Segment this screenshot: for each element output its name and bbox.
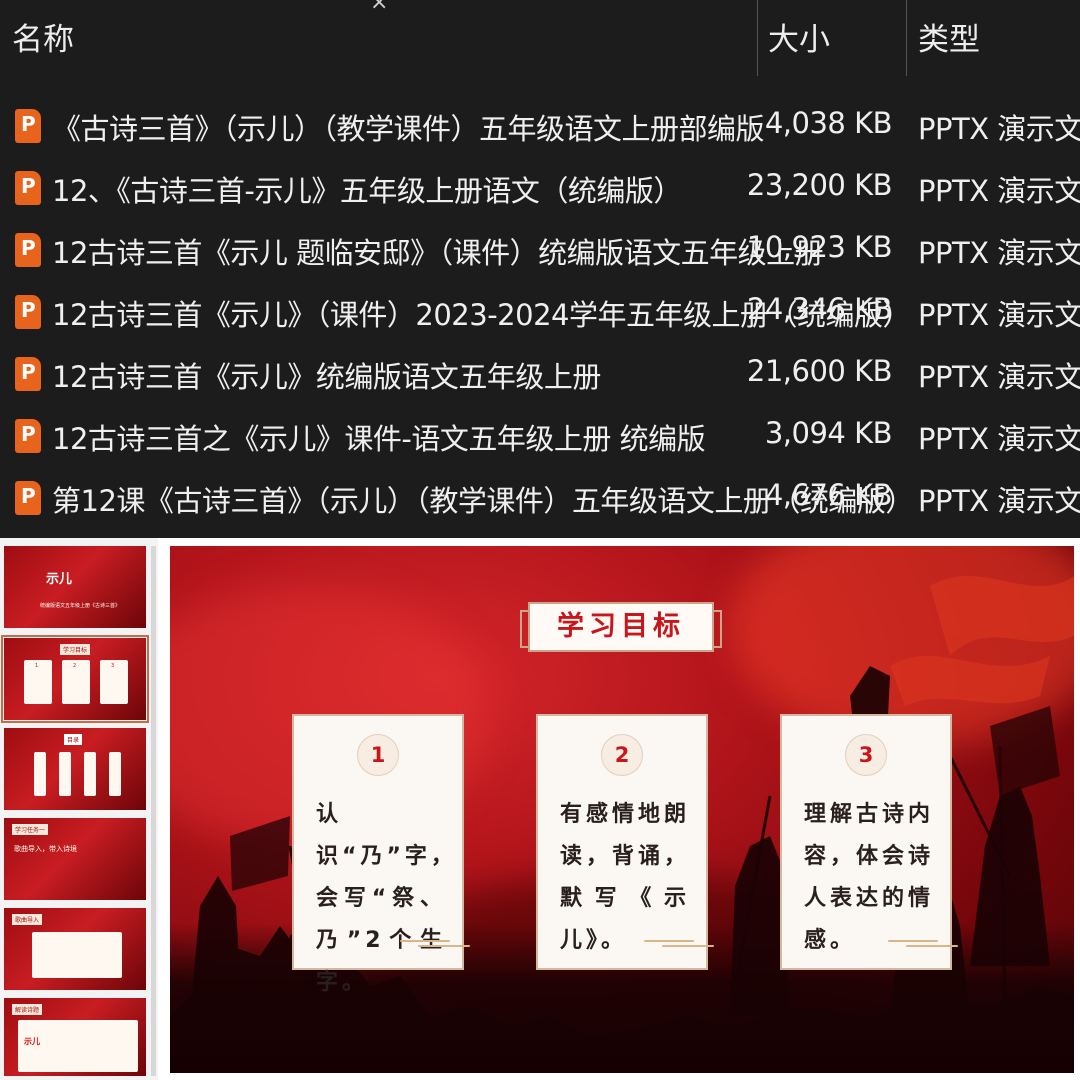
column-header-size[interactable]: 大小	[768, 14, 830, 59]
thumb-card: 3	[100, 660, 128, 704]
file-name: 12古诗三首《示儿 题临安邸》（课件）统编版语文五年级上册	[52, 236, 824, 270]
slide-canvas[interactable]: 学习目标 1 认识“乃”字，会写“祭、乃”2个生字。 2 有感情地朗读，背诵，默…	[170, 546, 1074, 1073]
thumb-tag: 学习任务一	[12, 824, 49, 835]
slide-title[interactable]: 学习目标	[520, 602, 722, 652]
thumb-card: 示儿	[18, 1020, 138, 1072]
file-name: 12、《古诗三首-示儿》五年级上册语文（统编版）	[52, 174, 682, 208]
file-name: 12古诗三首之《示儿》课件-语文五年级上册 统编版	[52, 422, 706, 456]
column-header-type[interactable]: 类型	[918, 14, 980, 59]
column-divider[interactable]	[757, 0, 758, 76]
goal-number: 2	[601, 734, 643, 776]
thumb-menu-item	[84, 752, 96, 796]
column-header-name[interactable]: 名称	[12, 14, 74, 59]
file-type: PPTX 演示文稿	[918, 484, 1080, 518]
cloud-decoration-icon	[644, 938, 714, 948]
thumb-menu-item	[34, 752, 46, 796]
file-name: 12古诗三首《示儿》统编版语文五年级上册	[52, 360, 601, 394]
pptx-file-icon	[15, 233, 41, 267]
slide-thumbnail-1[interactable]: 示儿 统编版语文五年级上册《古诗三首》	[4, 546, 146, 628]
goal-card-2[interactable]: 2 有感情地朗读，背诵，默写《示儿》。	[536, 714, 714, 970]
thumb-title: 示儿	[46, 572, 73, 587]
pptx-file-icon	[15, 109, 41, 143]
thumb-subtitle: 统编版语文五年级上册《古诗三首》	[40, 603, 121, 609]
file-size: 3,094 KB	[764, 416, 893, 450]
thumb-menu-item	[109, 752, 121, 796]
slide-thumbnail-6[interactable]: 解读诗题 示儿	[4, 998, 146, 1076]
thumb-tag: 目录	[64, 734, 83, 745]
file-size: 4,038 KB	[764, 106, 893, 140]
goal-card-1[interactable]: 1 认识“乃”字，会写“祭、乃”2个生字。	[292, 714, 470, 995]
pptx-file-icon	[15, 295, 41, 329]
file-row[interactable]: 《古诗三首》（示儿）（教学课件）五年级语文上册部编版 4,038 KB PPTX…	[0, 96, 1080, 158]
thumb-title: 示儿	[24, 1037, 40, 1046]
thumb-card-number: 3	[111, 663, 115, 669]
goal-text: 认识“乃”字，会写“祭、乃”2个生字。	[316, 802, 457, 995]
thumb-tag: 歌曲导入	[12, 914, 43, 925]
file-row[interactable]: 12古诗三首《示儿》（课件）2023-2024学年五年级上册（统编版） 24,3…	[0, 282, 1080, 344]
thumb-card	[32, 932, 122, 978]
column-divider[interactable]	[906, 0, 907, 76]
slide-thumbnail-4[interactable]: 学习任务一 歌曲导入，带入诗境	[4, 818, 146, 900]
file-type: PPTX 演示文稿	[918, 112, 1080, 146]
pptx-file-icon	[15, 419, 41, 453]
file-type: PPTX 演示文稿	[918, 236, 1080, 270]
close-icon[interactable]: ×	[370, 0, 388, 15]
thumb-tag: 解读诗题	[12, 1004, 43, 1015]
file-size: 24,346 KB	[746, 292, 893, 326]
slide-thumbnail-panel: 示儿 统编版语文五年级上册《古诗三首》 学习目标 1 2 3 目录 学习任务一 …	[0, 538, 158, 1080]
thumb-tag: 学习目标	[60, 644, 91, 655]
file-list-panel: × 名称 大小 类型 《古诗三首》（示儿）（教学课件）五年级语文上册部编版 4,…	[0, 0, 1080, 538]
file-row[interactable]: 12、《古诗三首-示儿》五年级上册语文（统编版） 23,200 KB PPTX …	[0, 158, 1080, 220]
cloud-decoration-icon	[888, 938, 958, 948]
file-type: PPTX 演示文稿	[918, 422, 1080, 456]
pptx-file-icon	[15, 481, 41, 515]
file-type: PPTX 演示文稿	[918, 174, 1080, 208]
goal-card-3[interactable]: 3 理解古诗内容，体会诗人表达的情感。	[780, 714, 958, 970]
goal-text: 有感情地朗读，背诵，默写《示儿》。	[560, 802, 691, 953]
file-size: 23,200 KB	[746, 168, 893, 202]
thumb-menu-item	[59, 752, 71, 796]
file-row[interactable]: 12古诗三首之《示儿》课件-语文五年级上册 统编版 3,094 KB PPTX …	[0, 406, 1080, 468]
thumb-text: 歌曲导入，带入诗境	[14, 845, 77, 853]
slide-thumbnail-5[interactable]: 歌曲导入	[4, 908, 146, 990]
file-size: 21,600 KB	[746, 354, 893, 388]
file-type: PPTX 演示文稿	[918, 298, 1080, 332]
file-size: 4,676 KB	[764, 478, 893, 512]
thumb-card: 2	[62, 660, 90, 704]
presentation-editor: 示儿 统编版语文五年级上册《古诗三首》 学习目标 1 2 3 目录 学习任务一 …	[0, 538, 1080, 1080]
file-name: 《古诗三首》（示儿）（教学课件）五年级语文上册部编版	[52, 112, 765, 146]
goal-number: 1	[357, 734, 399, 776]
pptx-file-icon	[15, 171, 41, 205]
cloud-decoration-icon	[400, 938, 470, 948]
file-row[interactable]: 12古诗三首《示儿》统编版语文五年级上册 21,600 KB PPTX 演示文稿	[0, 344, 1080, 406]
goal-text: 理解古诗内容，体会诗人表达的情感。	[804, 802, 935, 953]
thumb-card-number: 2	[73, 663, 77, 669]
thumbnail-scrollbar[interactable]	[151, 546, 156, 1076]
pptx-file-icon	[15, 357, 41, 391]
goal-number: 3	[845, 734, 887, 776]
slide-thumbnail-3[interactable]: 目录	[4, 728, 146, 810]
thumb-card: 1	[24, 660, 52, 704]
file-size: 10,923 KB	[746, 230, 893, 264]
file-row[interactable]: 第12课《古诗三首》（示儿）（教学课件）五年级语文上册（统编版） 4,676 K…	[0, 468, 1080, 530]
file-row[interactable]: 12古诗三首《示儿 题临安邸》（课件）统编版语文五年级上册 10,923 KB …	[0, 220, 1080, 282]
thumb-card-number: 1	[35, 663, 39, 669]
slide-thumbnail-2[interactable]: 学习目标 1 2 3	[1, 635, 149, 723]
file-type: PPTX 演示文稿	[918, 360, 1080, 394]
